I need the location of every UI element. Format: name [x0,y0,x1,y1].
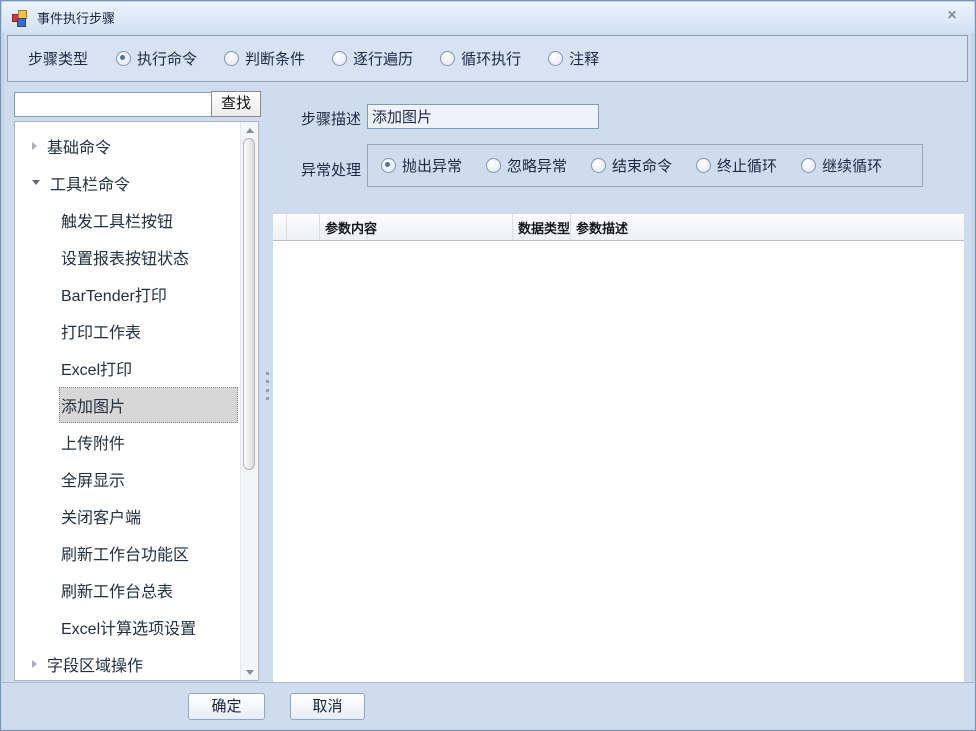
tree-item[interactable]: Excel打印 [15,349,241,386]
tree-item[interactable]: Excel计算选项设置 [15,608,241,645]
step-type-label: 步骤类型 [28,48,88,69]
exception-option-2[interactable]: 忽略异常 [486,155,567,176]
close-icon[interactable]: ✕ [943,7,961,23]
scrollbar-thumb[interactable] [243,138,255,470]
radio-label: 判断条件 [245,48,305,69]
tree-item-label: 全屏显示 [59,461,238,497]
tree-item-label: BarTender打印 [59,276,238,312]
tree-item[interactable]: 设置报表按钮状态 [15,238,241,275]
tree-item-label: 关闭客户端 [59,498,238,534]
tree-item-label: 字段区域操作 [47,652,143,676]
radio-label: 结束命令 [612,155,672,176]
command-tree: 基础命令工具栏命令触发工具栏按钮设置报表按钮状态BarTender打印打印工作表… [14,121,259,681]
tree-item[interactable]: 工具栏命令 [15,164,241,201]
column-header-3[interactable]: 参数内容 [320,214,513,240]
step-type-option-3[interactable]: 逐行遍历 [332,48,413,69]
tree-item-label: 刷新工作台功能区 [59,535,238,571]
column-header-4[interactable]: 数据类型 [513,214,571,240]
radio-label: 注释 [569,48,599,69]
window-title: 事件执行步骤 [37,8,115,27]
chevron-right-icon[interactable] [32,660,37,668]
tree-item[interactable]: 全屏显示 [15,460,241,497]
radio-icon [801,158,816,173]
step-type-option-5[interactable]: 注释 [548,48,599,69]
tree-item[interactable]: 打印工作表 [15,312,241,349]
radio-icon [224,51,239,66]
step-desc-input[interactable] [367,104,599,129]
tree-item[interactable]: 上传附件 [15,423,241,460]
tree-item-label: 基础命令 [47,134,111,158]
tree-item-label: 触发工具栏按钮 [59,202,238,238]
radio-icon [486,158,501,173]
column-header-2[interactable] [287,214,320,240]
radio-label: 执行命令 [137,48,197,69]
param-table-header: 参数内容数据类型参数描述 [273,213,964,241]
param-table-body[interactable] [273,241,964,683]
search-input[interactable] [14,92,214,117]
footer-bar: 确定 取消 [2,682,974,729]
tree-item[interactable]: 刷新工作台功能区 [15,534,241,571]
param-table: 参数内容数据类型参数描述 [273,213,964,683]
cancel-button[interactable]: 取消 [290,693,365,720]
ok-button[interactable]: 确定 [188,693,265,720]
tree-item-label: Excel打印 [59,350,238,386]
radio-icon [116,51,131,66]
tree-item[interactable]: 关闭客户端 [15,497,241,534]
step-type-panel: 步骤类型 执行命令 判断条件 逐行遍历 循环执行 注释 [7,35,968,82]
tree-scrollbar[interactable] [240,122,258,680]
tree-item-label: 刷新工作台总表 [59,572,238,608]
chevron-down-icon[interactable] [32,180,40,185]
step-desc-label: 步骤描述 [301,108,361,129]
step-type-option-4[interactable]: 循环执行 [440,48,521,69]
find-button[interactable]: 查找 [211,91,261,117]
exception-label: 异常处理 [301,159,361,180]
exception-option-5[interactable]: 继续循环 [801,155,882,176]
tree-item-label: 工具栏命令 [50,171,130,195]
radio-icon [591,158,606,173]
tree-item[interactable]: 字段区域操作 [15,645,241,681]
tree-item-label: 添加图片 [59,387,238,423]
radio-label: 抛出异常 [402,155,462,176]
radio-icon [548,51,563,66]
radio-icon [696,158,711,173]
radio-icon [440,51,455,66]
column-header-1[interactable] [273,214,287,240]
step-type-option-1[interactable]: 执行命令 [116,48,197,69]
radio-label: 忽略异常 [507,155,567,176]
tree-list: 基础命令工具栏命令触发工具栏按钮设置报表按钮状态BarTender打印打印工作表… [15,122,241,680]
radio-label: 循环执行 [461,48,521,69]
form-icon [12,10,29,26]
radio-label: 终止循环 [717,155,777,176]
tree-item[interactable]: 触发工具栏按钮 [15,201,241,238]
chevron-right-icon[interactable] [32,142,37,150]
tree-item-label: Excel计算选项设置 [59,609,238,645]
event-step-dialog: 事件执行步骤 ✕ 步骤类型 执行命令 判断条件 逐行遍历 循环执行 注释 查找 基础命令… [0,0,976,731]
radio-icon [381,158,396,173]
tree-item-label: 设置报表按钮状态 [59,239,238,275]
radio-icon [332,51,347,66]
column-header-5[interactable]: 参数描述 [571,214,964,240]
title-bar[interactable]: 事件执行步骤 ✕ [2,2,974,33]
exception-option-1[interactable]: 抛出异常 [381,155,462,176]
tree-item[interactable]: 刷新工作台总表 [15,571,241,608]
exception-radio-group: 抛出异常 忽略异常 结束命令 终止循环 继续循环 [381,155,882,176]
radio-label: 逐行遍历 [353,48,413,69]
tree-item-label: 打印工作表 [59,313,238,349]
scroll-up-icon[interactable] [241,123,258,137]
exception-option-4[interactable]: 终止循环 [696,155,777,176]
tree-item[interactable]: 基础命令 [15,127,241,164]
exception-groupbox: 抛出异常 忽略异常 结束命令 终止循环 继续循环 [367,144,923,187]
tree-item[interactable]: BarTender打印 [15,275,241,312]
exception-option-3[interactable]: 结束命令 [591,155,672,176]
radio-label: 继续循环 [822,155,882,176]
splitter-handle[interactable] [264,372,270,400]
step-type-radio-group: 执行命令 判断条件 逐行遍历 循环执行 注释 [116,48,599,69]
tree-item-label: 上传附件 [59,424,238,460]
step-type-option-2[interactable]: 判断条件 [224,48,305,69]
scroll-down-icon[interactable] [241,665,258,679]
tree-item[interactable]: 添加图片 [15,386,241,423]
